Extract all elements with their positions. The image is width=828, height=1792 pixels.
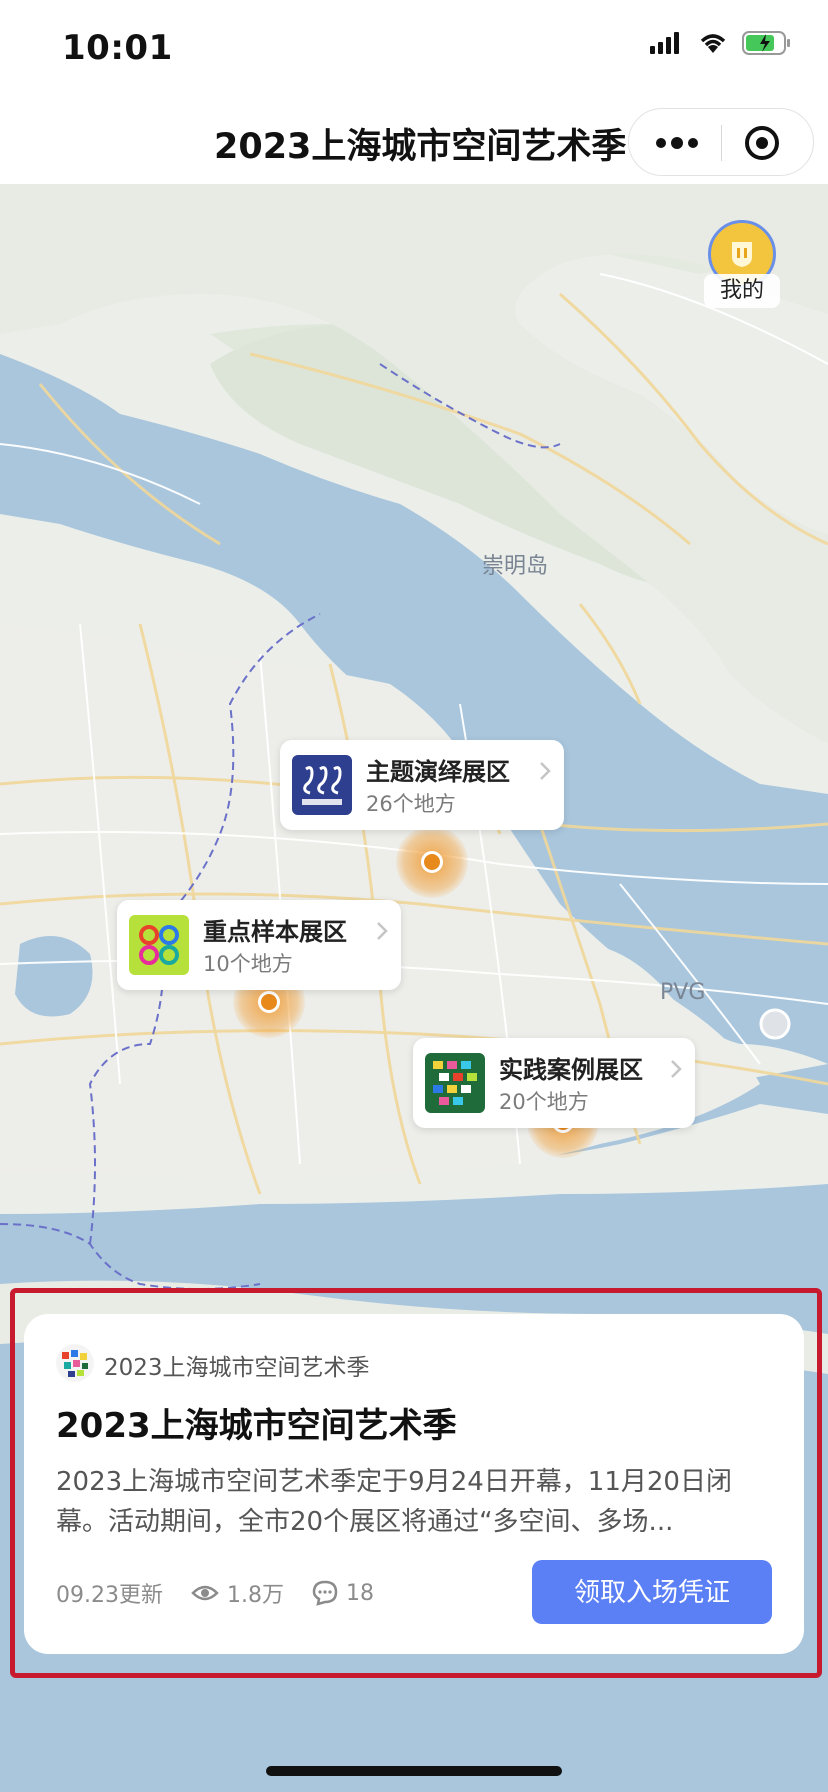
updated-date: 09.23更新: [56, 1577, 163, 1609]
my-location-button[interactable]: 我的: [704, 220, 780, 316]
susas-logo: [292, 755, 352, 815]
home-indicator[interactable]: [266, 1766, 562, 1776]
chevron-right-icon: [377, 922, 388, 940]
comment-icon: [312, 1580, 338, 1606]
view-count: 1.8万: [191, 1577, 284, 1609]
pin-dot: [258, 991, 280, 1013]
zone-callout-practice[interactable]: 实践案例展区 20个地方: [413, 1038, 695, 1128]
updated-text: 09.23更新: [56, 1583, 163, 1608]
comments-text: 18: [345, 1580, 374, 1606]
views-text: 1.8万: [226, 1583, 284, 1608]
page-title: 2023上海城市空间艺术季: [214, 127, 627, 167]
more-dots-icon[interactable]: [651, 129, 703, 157]
comment-count: 18: [312, 1580, 374, 1606]
zone-count: 20个地方: [499, 1090, 589, 1114]
event-card[interactable]: 2023上海城市空间艺术季 2023上海城市空间艺术季 2023上海城市空间艺术…: [24, 1314, 804, 1654]
system-icons: [650, 30, 792, 56]
place-label-pvg: PVG: [660, 980, 706, 1005]
source-name: 2023上海城市空间艺术季: [104, 1355, 370, 1381]
zone-count: 26个地方: [366, 792, 456, 816]
zone-callout-sample[interactable]: 重点样本展区 10个地方: [117, 900, 401, 990]
nav-bar: 2023上海城市空间艺术季: [0, 100, 828, 184]
chevron-right-icon: [540, 762, 551, 780]
zone-count: 10个地方: [203, 952, 293, 976]
get-ticket-button[interactable]: 领取入场凭证: [532, 1560, 772, 1624]
status-bar: 10:01: [0, 0, 828, 100]
battery-icon: [742, 31, 790, 55]
clock: 10:01: [62, 28, 173, 68]
zone-callout-theme[interactable]: 主题演绎展区 26个地方: [280, 740, 564, 830]
zone-title: 主题演绎展区: [366, 758, 510, 786]
place-label-chongming: 崇明岛: [482, 554, 549, 579]
practice-zone-logo: [425, 1053, 485, 1113]
card-description: 2023上海城市空间艺术季定于9月24日开幕，11月20日闭幕。活动期间，全市2…: [56, 1467, 732, 1537]
zone-title: 重点样本展区: [203, 918, 347, 946]
target-close-icon[interactable]: [742, 123, 782, 163]
map-pin-theme[interactable]: [396, 826, 468, 898]
card-meta: 09.23更新 1.8万 18: [56, 1577, 402, 1609]
source-logo: [56, 1344, 94, 1382]
pin-dot: [421, 851, 443, 873]
capsule-divider: [721, 125, 722, 161]
eye-icon: [191, 1585, 219, 1601]
signal-icon: [650, 32, 679, 54]
wifi-icon: [700, 34, 726, 53]
badge-icon: [732, 242, 752, 267]
my-label: 我的: [704, 274, 780, 308]
card-headline[interactable]: 2023上海城市空间艺术季: [56, 1398, 457, 1447]
mini-program-capsule: [628, 108, 814, 176]
chevron-right-icon: [671, 1060, 682, 1078]
zone-title: 实践案例展区: [499, 1056, 643, 1084]
sample-zone-logo: [129, 915, 189, 975]
